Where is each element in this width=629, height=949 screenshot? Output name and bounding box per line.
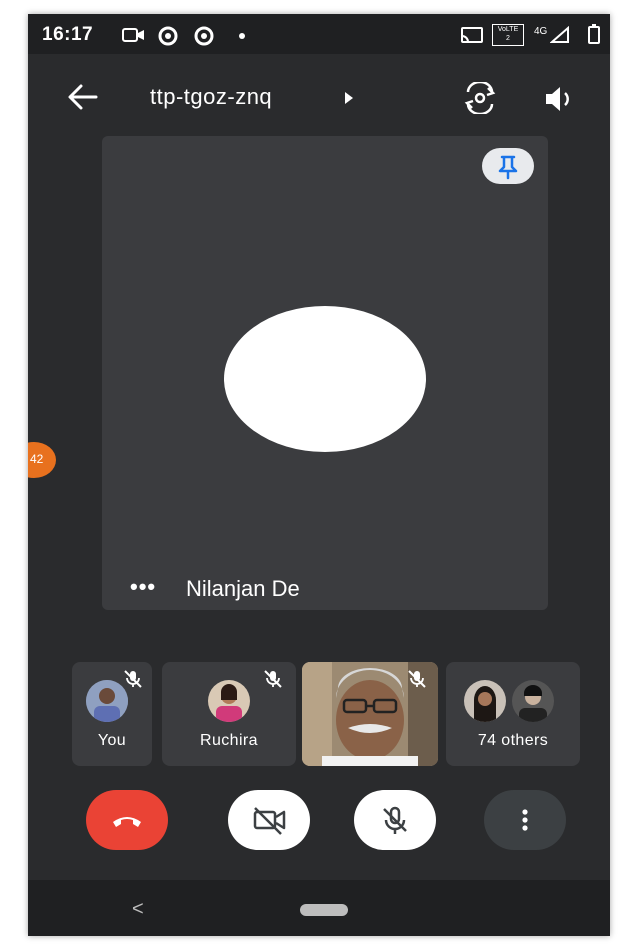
system-navigation-bar: < — [28, 880, 610, 936]
participant-name: Nilanjan De — [186, 576, 300, 601]
battery-icon — [588, 24, 600, 44]
pin-icon — [498, 155, 518, 180]
participant-avatar-large — [224, 306, 426, 452]
status-bar: 16:17 VoLTE 2 4G — [28, 14, 610, 54]
signal-icon — [550, 26, 569, 43]
chrome-icon-2 — [194, 26, 214, 46]
caret-right-icon[interactable] — [345, 92, 353, 104]
videocam-off-icon — [253, 807, 286, 835]
network-type-label: 4G — [534, 26, 548, 37]
participant-thumb-you[interactable]: You — [72, 662, 152, 766]
participant-thumb-video[interactable] — [302, 662, 438, 766]
mic-off-icon — [408, 670, 426, 688]
nav-back-button[interactable]: < — [132, 898, 144, 921]
participant-label: 74 others — [477, 732, 549, 749]
more-dots-icon[interactable]: ••• — [130, 574, 156, 600]
mic-off-icon — [383, 806, 407, 834]
phone-screen: 16:17 VoLTE 2 4G ttp-tgoz-znq ••• Nilanj… — [28, 14, 610, 936]
floating-badge[interactable]: 42 — [28, 442, 56, 478]
speaker-icon[interactable] — [542, 84, 578, 114]
avatar — [86, 680, 128, 722]
cast-icon — [461, 27, 483, 43]
phone-hangup-icon — [113, 817, 141, 827]
chrome-icon — [158, 26, 178, 46]
main-participant-tile[interactable]: ••• Nilanjan De — [102, 136, 548, 610]
status-time: 16:17 — [42, 24, 94, 45]
avatar-other-2-image — [512, 680, 554, 722]
avatar — [464, 680, 506, 722]
switch-camera-icon[interactable] — [462, 82, 498, 114]
participant-label: Ruchira — [200, 732, 258, 749]
more-options-button[interactable] — [484, 790, 566, 850]
participant-thumb-ruchira[interactable]: Ruchira — [162, 662, 296, 766]
microphone-toggle-button[interactable] — [354, 790, 436, 850]
camera-toggle-button[interactable] — [228, 790, 310, 850]
avatar-you-image — [86, 680, 128, 722]
end-call-button[interactable] — [86, 790, 168, 850]
volte-icon: VoLTE 2 — [492, 24, 524, 46]
pin-button[interactable] — [482, 148, 534, 184]
participant-label: You — [97, 732, 127, 749]
avatar-other-1-image — [464, 680, 506, 722]
video-status-icon — [122, 28, 144, 42]
back-arrow-icon[interactable] — [66, 82, 100, 112]
nav-home-pill[interactable] — [300, 904, 348, 916]
participant-thumb-others[interactable]: 74 others — [446, 662, 580, 766]
meeting-code[interactable]: ttp-tgoz-znq — [150, 84, 272, 110]
avatar-ruchira-image — [208, 680, 250, 722]
avatar — [208, 680, 250, 722]
notification-dot-icon — [239, 33, 245, 39]
more-vert-icon — [522, 809, 528, 831]
floating-badge-count: 42 — [30, 452, 44, 466]
meeting-header: ttp-tgoz-znq — [28, 54, 610, 136]
mic-off-icon — [264, 670, 282, 688]
mic-off-icon — [124, 670, 142, 688]
avatar — [512, 680, 554, 722]
